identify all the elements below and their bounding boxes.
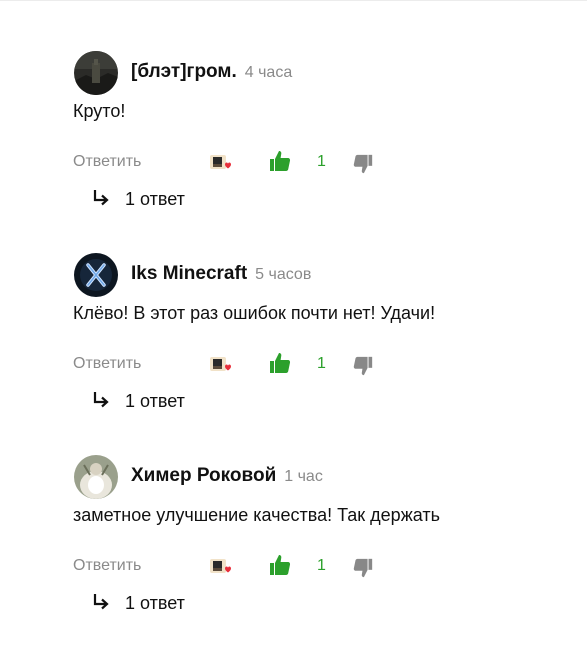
- comment-text: заметное улучшение качества! Так держать: [73, 505, 440, 525]
- thumbs-up-icon[interactable]: [268, 149, 292, 173]
- reply-button[interactable]: Ответить: [73, 355, 141, 373]
- comment-actions: Ответить 1: [0, 351, 587, 381]
- thumbs-down-icon[interactable]: [352, 355, 374, 377]
- replies-link[interactable]: 1 ответ: [92, 391, 185, 412]
- reply-arrow-icon: [92, 391, 110, 409]
- comment-actions: Ответить 1: [0, 553, 587, 583]
- replies-link[interactable]: 1 ответ: [92, 593, 185, 614]
- like-count: 1: [317, 355, 326, 372]
- reaction-heart-icon[interactable]: [209, 151, 235, 175]
- author-line: Iks Minecraft 5 часов: [131, 263, 311, 285]
- timestamp: 4 часа: [244, 64, 293, 81]
- top-divider: [0, 0, 587, 1]
- author-name[interactable]: [блэт]гром.: [131, 61, 237, 82]
- thumbs-down-icon[interactable]: [352, 153, 374, 175]
- author-line: [блэт]гром. 4 часа: [131, 61, 292, 83]
- comment-text: Клёво! В этот раз ошибок почти нет! Удач…: [73, 303, 436, 323]
- author-name[interactable]: Химер Роковой: [131, 465, 276, 486]
- avatar[interactable]: [74, 51, 118, 95]
- reply-button[interactable]: Ответить: [73, 153, 141, 171]
- like-count: 1: [317, 153, 326, 170]
- reply-arrow-icon: [92, 593, 110, 611]
- reply-button[interactable]: Ответить: [73, 557, 141, 575]
- reaction-heart-icon[interactable]: [209, 555, 235, 579]
- timestamp: 5 часов: [255, 266, 312, 283]
- timestamp: 1 час: [284, 468, 323, 485]
- replies-link[interactable]: 1 ответ: [92, 189, 185, 210]
- comment-actions: Ответить 1: [0, 149, 587, 179]
- avatar[interactable]: [74, 455, 118, 499]
- reply-arrow-icon: [92, 189, 110, 207]
- avatar[interactable]: [74, 253, 118, 297]
- replies-count: 1 ответ: [125, 391, 185, 411]
- reaction-heart-icon[interactable]: [209, 353, 235, 377]
- like-count: 1: [317, 557, 326, 574]
- thumbs-up-icon[interactable]: [268, 351, 292, 375]
- comment-item: Химер Роковой 1 час заметное улучшение ка…: [0, 453, 587, 643]
- author-name[interactable]: Iks Minecraft: [131, 263, 247, 284]
- comment-text: Круто!: [73, 101, 126, 121]
- comment-item: [блэт]гром. 4 часа Круто! Ответить 1 1 о…: [0, 49, 587, 239]
- replies-count: 1 ответ: [125, 593, 185, 613]
- thumbs-up-icon[interactable]: [268, 553, 292, 577]
- replies-count: 1 ответ: [125, 189, 185, 209]
- comment-item: Iks Minecraft 5 часов Клёво! В этот раз о…: [0, 251, 587, 441]
- author-line: Химер Роковой 1 час: [131, 465, 323, 487]
- thumbs-down-icon[interactable]: [352, 557, 374, 579]
